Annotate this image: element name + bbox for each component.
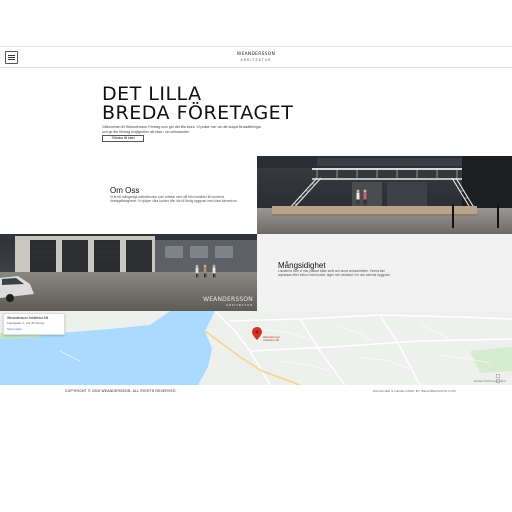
page: WEANDERSSON ARKITEKTUR DET LILLA BREDA F… (0, 0, 512, 512)
map-address: Kapellgatan 1, 123 45 Sverige (7, 321, 45, 325)
photo-watermark-main: WEANDERSSON (203, 296, 253, 303)
brand-logo[interactable]: WEANDERSSON ARKITEKTUR (230, 52, 282, 62)
footer-credit[interactable]: DESIGNED & DEVELOPED BY WEANDERSSON.COM (373, 389, 456, 393)
hero-title-line-2: BREDA FÖRETAGET (102, 102, 294, 124)
photo-watermark: WEANDERSSON ARKITEKTUR (203, 296, 253, 307)
photo-watermark-sub: ARKITEKTUR (225, 303, 253, 307)
location-map[interactable]: Weandersson Arkitektur AB Kapellgatan 1,… (0, 311, 512, 385)
map-info-card[interactable]: Weandersson Arkitektur AB Kapellgatan 1,… (3, 313, 65, 335)
map-zoom-in-button[interactable] (496, 374, 500, 378)
hamburger-menu-icon[interactable] (5, 51, 18, 64)
map-pin-label: Weandersson Arkitektur AB (263, 335, 281, 343)
about-text: Vi är ett mångsidigt arkitektkontor som … (110, 195, 238, 204)
map-canvas[interactable] (0, 311, 512, 385)
building-photo-staircase (257, 156, 512, 234)
building-photo-warehouse: WEANDERSSON ARKITEKTUR (0, 234, 257, 311)
top-navigation-bar: WEANDERSSON ARKITEKTUR (0, 46, 512, 68)
about-heading: Om Oss (110, 186, 140, 195)
hero-title: DET LILLA BREDA FÖRETAGET (102, 85, 293, 123)
map-attribution[interactable]: Kartdata ©2018 Google Villkor (474, 380, 506, 383)
versatility-text: Lokalerna som vi ritar passar både små o… (278, 269, 391, 278)
map-place-name: Weandersson Arkitektur AB (7, 316, 49, 320)
hero-button[interactable]: Tillbaka till start (102, 135, 144, 142)
footer-copyright: COPYRIGHT © 2018 WEANDERSSON. ALL RIGHTS… (65, 389, 177, 393)
map-larger-link[interactable]: Större karta (7, 327, 61, 331)
building-photo-staircase-image (257, 156, 512, 234)
footer: COPYRIGHT © 2018 WEANDERSSON. ALL RIGHTS… (0, 386, 512, 398)
logo-tagline: ARKITEKTUR (240, 58, 272, 62)
logo-wordmark: WEANDERSSON (236, 52, 276, 57)
hero-description: Välkommen till Weandersson Företag som g… (102, 125, 261, 134)
